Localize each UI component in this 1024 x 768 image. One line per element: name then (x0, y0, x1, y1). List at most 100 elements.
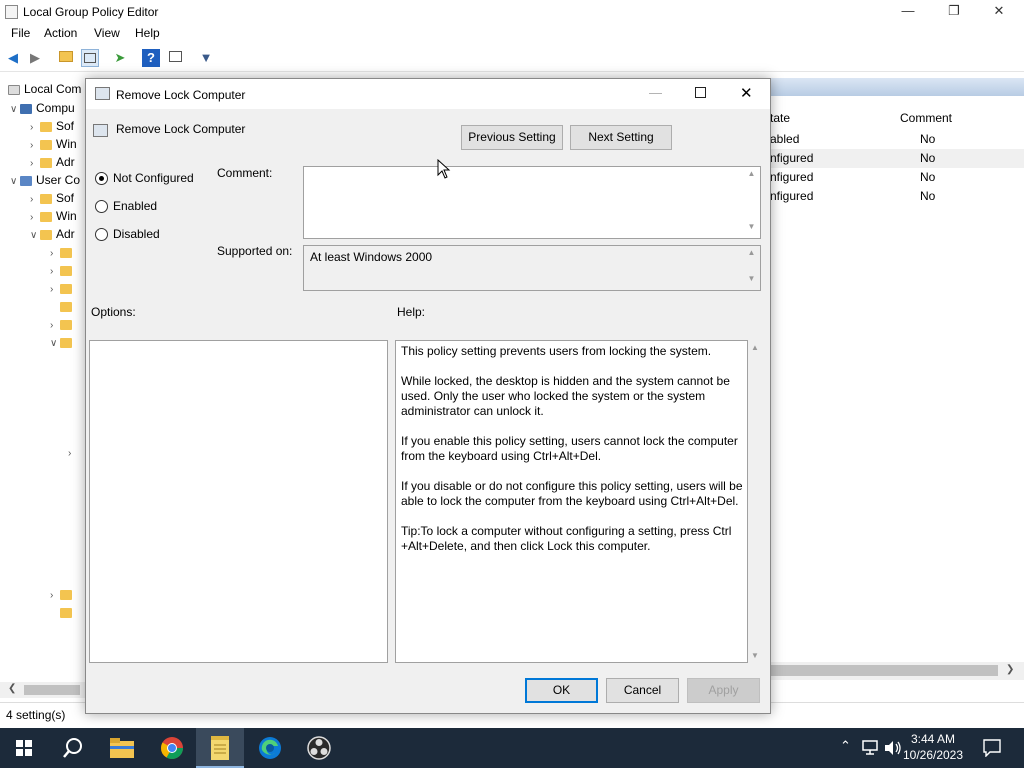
comment-textarea[interactable]: ▲ ▼ (303, 166, 761, 239)
network-icon[interactable] (862, 740, 880, 756)
dialog-minimize-icon: — (649, 85, 662, 100)
help-pane[interactable]: This policy setting prevents users from … (395, 340, 748, 663)
menu-help[interactable]: Help (135, 26, 160, 40)
folder-icon (40, 193, 52, 204)
export-list-icon[interactable]: ➤ (111, 49, 129, 67)
taskbar-notepad-active[interactable] (196, 728, 244, 768)
back-arrow-icon[interactable]: ◀ (4, 49, 22, 67)
scroll-up-icon[interactable]: ▲ (743, 248, 760, 262)
radio-disabled[interactable]: Disabled (95, 227, 160, 242)
radio-selected-icon (95, 172, 108, 186)
console-tree: Local Com ∨ Compu › Sof › Win › Adr ∨ User Co… (0, 78, 86, 698)
tree-item-user-configuration[interactable]: ∨ User Co (10, 171, 80, 189)
gpedit-app-icon (5, 5, 18, 19)
scroll-down-icon[interactable]: ▼ (743, 222, 760, 236)
scroll-thumb[interactable] (24, 685, 80, 695)
tree-item-administrative-templates[interactable]: › Adr (30, 153, 75, 171)
tree-subfolder[interactable]: ∨ (50, 333, 76, 351)
scroll-right-icon[interactable]: ❯ (1006, 664, 1014, 675)
tree-horizontal-scrollbar[interactable]: ❮ (0, 682, 86, 698)
tree-subfolder[interactable]: › (50, 243, 76, 261)
notification-center-icon[interactable] (983, 739, 1001, 757)
column-header-comment[interactable]: Comment (900, 111, 952, 125)
supported-scrollbar[interactable]: ▲ ▼ (743, 246, 760, 290)
list-row[interactable]: nfigured No (770, 187, 1020, 206)
previous-setting-button[interactable]: Previous Setting (461, 125, 563, 150)
menu-view[interactable]: View (94, 26, 120, 40)
tree-subfolder[interactable]: › (50, 279, 76, 297)
tree-subfolder[interactable] (50, 297, 76, 315)
minimize-button[interactable]: — (885, 0, 931, 24)
tree-item-user-windows-settings[interactable]: › Win (30, 207, 77, 225)
chevron-down-icon[interactable]: ∨ (30, 227, 40, 245)
cancel-button[interactable]: Cancel (606, 678, 679, 703)
tree-item-software-settings[interactable]: › Sof (30, 117, 74, 135)
policy-setting-icon (95, 87, 110, 100)
tree-subfolder[interactable] (50, 603, 76, 621)
help-scrollbar[interactable]: ▲ ▼ (748, 340, 765, 663)
tree-subfolder[interactable]: › (68, 443, 78, 461)
radio-enabled[interactable]: Enabled (95, 199, 157, 214)
taskbar-chrome[interactable] (147, 728, 195, 768)
scroll-left-icon[interactable]: ❮ (8, 683, 16, 694)
menu-bar: File Action View Help (0, 24, 1024, 44)
list-row[interactable]: abled No (770, 130, 1020, 149)
scroll-down-icon[interactable]: ▼ (751, 651, 759, 660)
list-horizontal-scrollbar[interactable]: ❯ (770, 662, 1024, 680)
menu-file[interactable]: File (11, 26, 30, 40)
properties-icon[interactable] (166, 49, 184, 67)
folder-settings-icon (60, 607, 72, 618)
apply-button[interactable]: Apply (687, 678, 760, 703)
comment-scrollbar[interactable]: ▲ ▼ (743, 167, 760, 238)
tree-subfolder[interactable]: › (50, 585, 76, 603)
show-hide-tree-icon[interactable] (81, 49, 99, 67)
dialog-maximize-button[interactable] (695, 87, 706, 98)
next-setting-button[interactable]: Next Setting (570, 125, 672, 150)
computer-icon (20, 103, 32, 114)
start-button[interactable] (0, 728, 48, 768)
chevron-right-icon[interactable]: › (68, 445, 78, 463)
restore-button[interactable]: ❐ (931, 0, 977, 24)
obs-icon (307, 736, 331, 760)
taskbar-obs[interactable] (294, 728, 342, 768)
list-row[interactable]: nfigured No (770, 168, 1020, 187)
tree-item-user-administrative-templates[interactable]: ∨ Adr (30, 225, 75, 243)
tree-item-windows-settings[interactable]: › Win (30, 135, 77, 153)
system-clock[interactable]: 3:44 AM 10/26/2023 (900, 731, 966, 763)
taskbar-edge[interactable] (245, 728, 293, 768)
scroll-up-icon[interactable]: ▲ (743, 169, 760, 183)
folder-icon (60, 301, 72, 312)
tree-item-user-software-settings[interactable]: › Sof (30, 189, 74, 207)
scroll-down-icon[interactable]: ▼ (743, 274, 760, 288)
dialog-close-button[interactable]: ✕ (740, 84, 753, 102)
toolbar: ◀ ▶ ➤ ? ▼ (0, 46, 1024, 72)
chevron-down-icon[interactable]: ∨ (10, 101, 20, 119)
tree-item-computer-configuration[interactable]: ∨ Compu (10, 99, 75, 117)
dialog-title-bar[interactable]: Remove Lock Computer — ✕ (86, 79, 770, 109)
taskbar-file-explorer[interactable] (97, 728, 145, 768)
search-icon (63, 738, 82, 758)
folder-up-icon[interactable] (57, 49, 75, 67)
tree-subfolder[interactable]: › (50, 315, 76, 333)
column-header-state[interactable]: tate (770, 111, 790, 125)
main-title-bar[interactable]: Local Group Policy Editor — ❐ ✕ (0, 0, 1024, 24)
filter-icon[interactable]: ▼ (197, 49, 215, 67)
scroll-thumb[interactable] (770, 665, 998, 676)
edge-icon (259, 737, 281, 759)
tree-item-local-computer-policy[interactable]: Local Com (8, 80, 81, 98)
chevron-down-icon[interactable]: ∨ (50, 335, 60, 353)
forward-arrow-icon[interactable]: ▶ (26, 49, 44, 67)
help-icon[interactable]: ? (142, 49, 160, 67)
folder-icon (60, 265, 72, 276)
radio-not-configured[interactable]: Not Configured (95, 171, 194, 186)
chevron-down-icon[interactable]: ∨ (10, 173, 20, 191)
folder-icon (40, 121, 52, 132)
search-button[interactable] (48, 728, 96, 768)
tree-subfolder[interactable]: › (50, 261, 76, 279)
ok-button[interactable]: OK (525, 678, 598, 703)
scroll-up-icon[interactable]: ▲ (751, 343, 759, 352)
close-button[interactable]: ✕ (976, 0, 1022, 24)
menu-action[interactable]: Action (44, 26, 77, 40)
chevron-up-icon[interactable]: ⌃ (840, 738, 851, 754)
list-row[interactable]: nfigured No (770, 149, 1024, 168)
